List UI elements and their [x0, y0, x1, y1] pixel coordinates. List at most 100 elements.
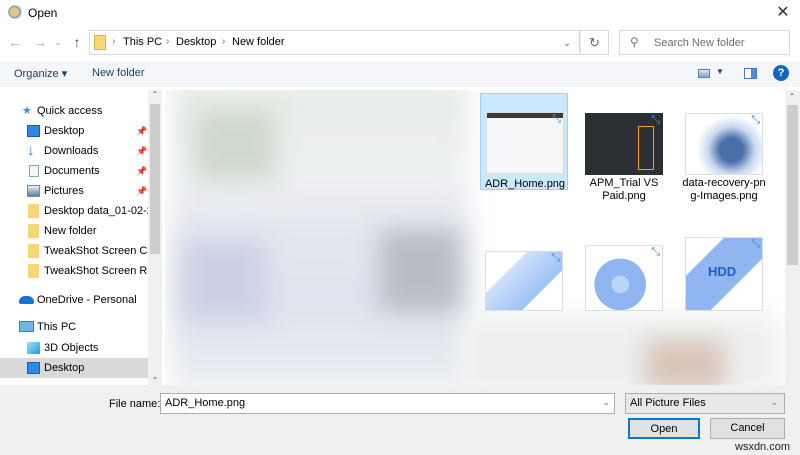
- file-name-input[interactable]: ADR_Home.png ⌄: [160, 393, 615, 414]
- nav-pictures[interactable]: Pictures 📌: [0, 181, 148, 201]
- nav-desktop-selected[interactable]: Desktop: [0, 358, 148, 378]
- shortcut-overlay-icon: ⤡: [751, 114, 760, 126]
- thumbnail-image: HDD ⤡: [685, 237, 763, 311]
- nav-label: This PC: [37, 321, 77, 333]
- nav-scroll-thumb[interactable]: [150, 104, 160, 254]
- shortcut-overlay-icon: ⤡: [751, 238, 760, 250]
- shortcut-overlay-icon: ⤡: [651, 246, 660, 258]
- cancel-button[interactable]: Cancel: [710, 418, 785, 439]
- breadcrumb-separator: ›: [222, 36, 226, 47]
- nav-quick-access[interactable]: ★ Quick access: [0, 101, 148, 121]
- scroll-up-arrow[interactable]: ⌃: [148, 90, 162, 99]
- shortcut-overlay-icon: ⤡: [651, 114, 660, 126]
- address-dropdown-button[interactable]: ⌄: [555, 30, 580, 55]
- blurred-region: [195, 110, 275, 180]
- folder-icon: [94, 35, 106, 50]
- pc-icon: [19, 321, 34, 332]
- folder-icon: [28, 204, 39, 218]
- 3d-objects-icon: [27, 342, 40, 354]
- nav-folder[interactable]: Desktop data_01-02-2021: [0, 201, 148, 221]
- nav-folder[interactable]: TweakShot Screen Capture: [0, 241, 148, 261]
- folder-icon: [28, 244, 39, 258]
- shortcut-overlay-icon: ⤡: [552, 113, 561, 125]
- hdd-label: HDD: [708, 264, 737, 279]
- nav-scrollbar[interactable]: ⌃ ⌄: [148, 90, 162, 385]
- nav-label: Desktop: [44, 125, 85, 137]
- search-placeholder: Search New folder: [654, 37, 745, 49]
- scroll-down-arrow[interactable]: ⌄: [148, 372, 162, 381]
- breadcrumb-new-folder[interactable]: New folder: [232, 36, 285, 48]
- breadcrumb-this-pc[interactable]: This PC: [123, 36, 162, 48]
- search-input[interactable]: ⚲ Search New folder: [619, 30, 790, 55]
- view-options-dropdown[interactable]: ▼: [716, 67, 724, 76]
- open-button[interactable]: Open: [628, 418, 700, 439]
- nav-desktop[interactable]: Desktop 📌: [0, 121, 148, 141]
- blurred-region: [185, 240, 265, 320]
- folder-icon: [28, 264, 39, 278]
- file-name: Paid.png: [602, 190, 646, 202]
- desktop-icon: [27, 362, 40, 374]
- onedrive-icon: [19, 296, 34, 304]
- file-type-select[interactable]: All Picture Files ⌄: [625, 393, 785, 414]
- command-bar: Organize ▾ New folder ▼ ?: [0, 61, 800, 87]
- nav-downloads[interactable]: ↓ Downloads 📌: [0, 141, 148, 161]
- nav-label: Documents: [44, 165, 100, 177]
- nav-3d-objects[interactable]: 3D Objects: [0, 338, 148, 358]
- back-button[interactable]: ←: [6, 33, 24, 51]
- recent-locations-button[interactable]: ⌄: [52, 33, 64, 51]
- nav-label: TweakShot Screen Capture: [44, 245, 148, 257]
- up-button[interactable]: ↑: [68, 33, 86, 51]
- documents-icon: [29, 165, 39, 177]
- nav-this-pc[interactable]: This PC: [0, 317, 148, 337]
- chevron-down-icon: ⌄: [770, 397, 778, 407]
- help-button[interactable]: ?: [773, 65, 789, 81]
- pin-icon: 📌: [136, 146, 148, 156]
- paint-palette-icon: [8, 5, 24, 19]
- new-folder-button[interactable]: New folder: [92, 67, 145, 79]
- file-type-value: All Picture Files: [630, 397, 706, 409]
- file-tile[interactable]: ⤡: [580, 235, 668, 315]
- file-name: data-recovery-pn: [682, 177, 766, 189]
- file-tile[interactable]: HDD ⤡: [680, 235, 768, 315]
- close-button[interactable]: ✕: [770, 2, 796, 24]
- address-bar[interactable]: › This PC › Desktop › New folder: [89, 30, 609, 55]
- refresh-button[interactable]: ↻: [580, 30, 609, 55]
- nav-label: Desktop: [44, 362, 85, 374]
- folder-icon: [28, 224, 39, 238]
- content-scroll-thumb[interactable]: [787, 105, 798, 265]
- nav-label: OneDrive - Personal: [37, 294, 137, 306]
- nav-onedrive[interactable]: OneDrive - Personal: [0, 290, 148, 310]
- content-scrollbar[interactable]: ⌃: [785, 90, 800, 385]
- nav-label: TweakShot Screen Recorder: [44, 265, 148, 277]
- window-title: Open: [28, 6, 58, 20]
- file-tile-apm-trial[interactable]: ⤡ APM_Trial VS Paid.png: [580, 93, 668, 203]
- organize-button[interactable]: Organize ▾: [14, 67, 67, 80]
- nav-folder[interactable]: TweakShot Screen Recorder: [0, 261, 148, 281]
- file-name: g-Images.png: [690, 190, 758, 202]
- file-name-label: File name:: [109, 398, 161, 410]
- watermark: wsxdn.com: [735, 441, 791, 453]
- thumbnail-image: ⤡: [685, 113, 763, 175]
- chevron-down-icon[interactable]: ⌄: [602, 397, 610, 408]
- star-pin-icon: ★: [22, 105, 32, 117]
- search-icon: ⚲: [630, 35, 639, 49]
- scroll-up-arrow[interactable]: ⌃: [785, 92, 799, 101]
- pictures-icon: [27, 185, 40, 197]
- shortcut-overlay-icon: ⤡: [551, 252, 560, 264]
- change-view-icon[interactable]: [698, 69, 710, 78]
- desktop-icon: [27, 125, 40, 137]
- nav-folder[interactable]: New folder: [0, 221, 148, 241]
- breadcrumb-separator: ›: [112, 36, 116, 47]
- nav-label: Downloads: [44, 145, 99, 157]
- breadcrumb-desktop[interactable]: Desktop: [176, 36, 216, 48]
- forward-button[interactable]: →: [31, 33, 49, 51]
- file-tile[interactable]: ⤡: [480, 235, 568, 315]
- file-tile-data-recovery[interactable]: ⤡ data-recovery-pn g-Images.png: [680, 93, 768, 203]
- file-list[interactable]: ⤡ ADR_Home.png ⤡ APM_Trial VS Paid.png ⤡…: [165, 90, 785, 385]
- thumbnail-image: ⤡: [486, 112, 564, 174]
- nav-documents[interactable]: Documents 📌: [0, 161, 148, 181]
- blurred-region: [380, 230, 460, 310]
- file-tile-adr-home[interactable]: ⤡ ADR_Home.png: [480, 93, 568, 190]
- preview-pane-icon[interactable]: [744, 68, 757, 79]
- thumbnail-image: ⤡: [585, 113, 663, 175]
